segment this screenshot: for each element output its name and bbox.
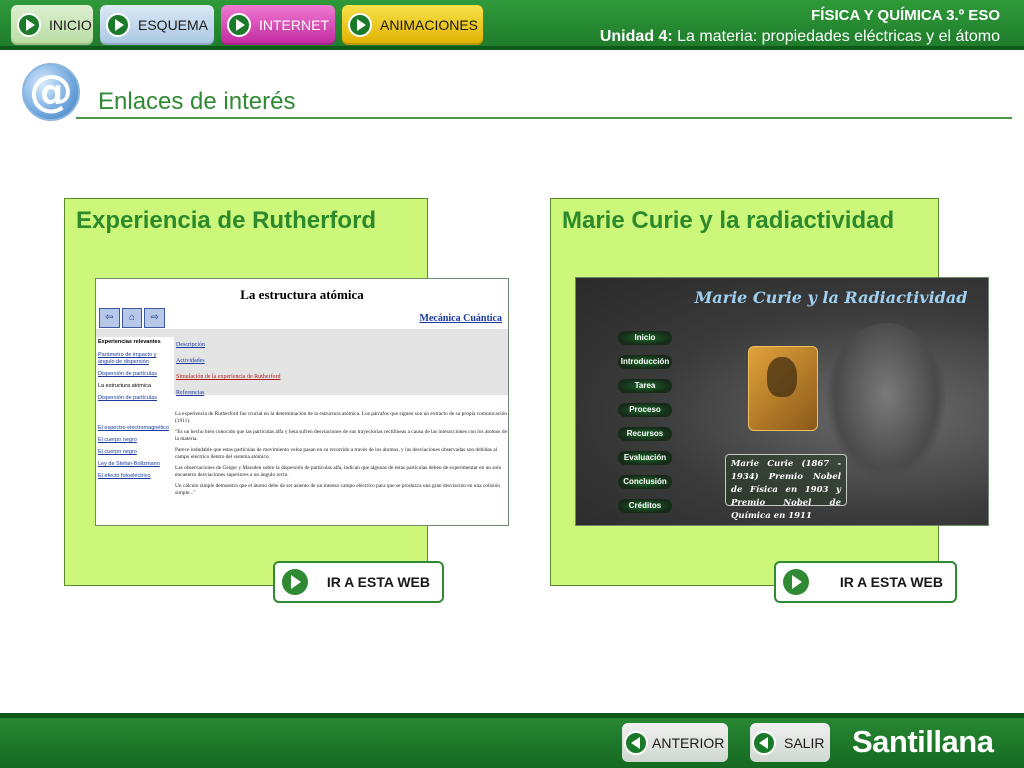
preview-paragraph: Parece indudable que estas partículas de…	[175, 447, 498, 460]
at-sign-icon: @	[22, 63, 80, 121]
anterior-label: ANTERIOR	[652, 734, 725, 751]
nav-button-inicio[interactable]: INICIO	[11, 5, 93, 45]
go-to-web-label: IR A ESTA WEB	[839, 574, 943, 590]
play-icon	[17, 13, 41, 37]
preview-sidebar-link: Dispersión de partículas	[98, 371, 158, 377]
preview-menu-item: Descripción	[176, 342, 205, 348]
play-icon	[783, 569, 809, 595]
preview-sidebar-gap	[98, 407, 170, 425]
nav-button-esquema[interactable]: ESQUEMA	[100, 5, 214, 45]
preview-menu: Descripción Actividades Simulación de la…	[174, 337, 508, 396]
preview-sidebar-heading: Experiencias relevantes	[98, 339, 161, 345]
preview-menu-item: Conclusión	[614, 472, 676, 496]
course-unit: Unidad 4: La materia: propiedades eléctr…	[600, 26, 1000, 48]
website-preview-marie-curie[interactable]: Marie Curie y la Radiactividad Inicio In…	[575, 277, 989, 526]
preview-sidebar-link: Parámetro de impacto y ángulo de dispers…	[98, 352, 157, 365]
preview-sidebar: Experiencias relevantes Parámetro de imp…	[98, 337, 170, 525]
title-divider	[76, 117, 1012, 119]
preview-sidebar-link: El efecto fotoeléctrico	[98, 473, 151, 479]
preview-caption: Marie Curie (1867 - 1934) Premio Nobel d…	[725, 454, 847, 521]
bottom-bar-stripe	[0, 713, 1024, 718]
preview-menu-item: Referencias	[176, 390, 205, 396]
top-bar: INICIO ESQUEMA INTERNET ANIMACIONES FÍSI…	[0, 0, 1024, 50]
preview-band	[96, 329, 508, 337]
preview-paragraph: La experiencia de Rutherford fue crucial…	[175, 411, 507, 424]
nav-label-esquema: ESQUEMA	[138, 17, 209, 33]
page: INICIO ESQUEMA INTERNET ANIMACIONES FÍSI…	[0, 0, 1024, 768]
anterior-button[interactable]: ANTERIOR	[622, 723, 728, 762]
preview-sidebar-link: Dispersión de partículas	[98, 395, 158, 401]
preview-page-title: Marie Curie y la Radiactividad	[694, 288, 968, 307]
preview-menu-item: Proceso	[614, 400, 676, 424]
go-to-web-label: IR A ESTA WEB	[326, 574, 430, 590]
preview-toolbar: ⇦ ⌂ ⇨	[99, 308, 166, 328]
preview-menu-item: Créditos	[614, 496, 676, 520]
preview-menu: Inicio Introducción Tarea Proceso Recurs…	[614, 328, 676, 520]
marie-curie-photo	[748, 346, 818, 431]
home-icon: ⌂	[121, 308, 143, 328]
preview-body-text: La experiencia de Rutherford fue crucial…	[175, 411, 507, 501]
play-icon	[106, 13, 130, 37]
card-title: Marie Curie y la radiactividad	[562, 207, 895, 234]
unit-title: La materia: propiedades eléctricas y el …	[677, 28, 1000, 45]
forward-arrow-icon: ⇨	[144, 308, 166, 328]
preview-menu-item: Actividades	[176, 358, 205, 364]
go-to-web-button-marie-curie[interactable]: IR A ESTA WEB	[774, 561, 957, 603]
nav-label-animaciones: ANIMACIONES	[380, 17, 479, 33]
preview-paragraph: "Es un hecho bien conocido que las partí…	[175, 429, 507, 442]
preview-sidebar-link: El espectro electromagnético	[98, 425, 169, 431]
preview-paragraph: Las observaciones de Geiger y Marsden so…	[175, 465, 502, 478]
santillana-logo: Santillana	[852, 724, 994, 759]
preview-header-link: Mecánica Cuántica	[419, 313, 503, 324]
preview-menu-item: Introducción	[614, 352, 676, 376]
preview-sidebar-link: Ley de Stefan-Boltzmann	[98, 461, 160, 467]
play-icon	[282, 569, 308, 595]
preview-page-title: La estructura atómica	[240, 287, 364, 302]
preview-sidebar-current: La estructura atómica	[98, 383, 151, 389]
back-arrow-icon	[752, 730, 776, 755]
nav-button-internet[interactable]: INTERNET	[221, 5, 335, 45]
page-title: Enlaces de interés	[98, 88, 296, 115]
nav-label-inicio: INICIO	[49, 17, 92, 33]
course-info: FÍSICA Y QUÍMICA 3.º ESO Unidad 4: La ma…	[600, 6, 1000, 48]
unit-prefix: Unidad 4:	[599, 28, 673, 45]
salir-button[interactable]: SALIR	[750, 723, 830, 762]
preview-menu-item: Inicio	[614, 328, 676, 352]
salir-label: SALIR	[784, 734, 825, 751]
nav-label-internet: INTERNET	[259, 17, 329, 33]
nav-button-animaciones[interactable]: ANIMACIONES	[342, 5, 483, 45]
play-icon	[348, 13, 372, 37]
go-to-web-button-rutherford[interactable]: IR A ESTA WEB	[273, 561, 444, 603]
preview-sidebar-link: El cuerpo negro	[98, 437, 137, 443]
website-preview-rutherford[interactable]: La estructura atómica ⇦ ⌂ ⇨ Mecánica Cuá…	[95, 278, 509, 526]
preview-sidebar-link: El cuerpo negro	[98, 449, 137, 455]
course-subject: FÍSICA Y QUÍMICA 3.º ESO	[811, 7, 1000, 24]
preview-paragraph: Un cálculo simple demuestra que el átomo…	[175, 483, 500, 496]
back-arrow-icon	[624, 730, 648, 755]
preview-menu-item: Evaluación	[614, 448, 676, 472]
preview-menu-item: Recursos	[614, 424, 676, 448]
preview-menu-item: Tarea	[614, 376, 676, 400]
back-arrow-icon: ⇦	[99, 308, 120, 328]
card-title: Experiencia de Rutherford	[76, 207, 377, 234]
preview-menu-item: Simulación de la experiencia de Rutherfo…	[176, 374, 281, 380]
play-icon	[227, 13, 251, 37]
